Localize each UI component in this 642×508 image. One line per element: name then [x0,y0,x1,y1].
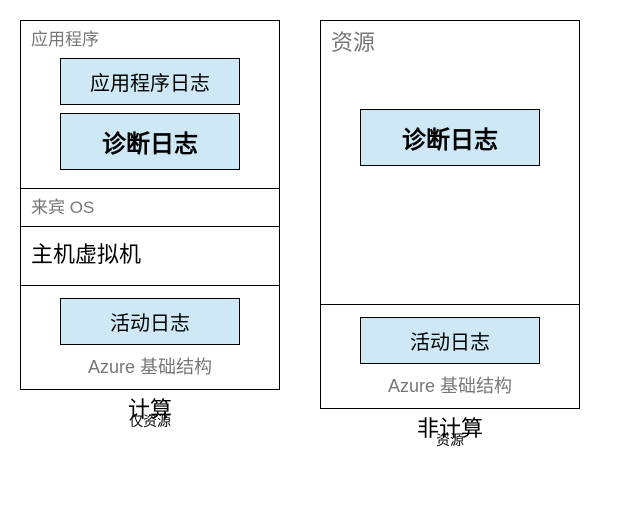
app-section-label: 应用程序 [31,25,269,50]
guest-os-label: 来宾 OS [31,193,269,218]
noncompute-caption-sub: 资源 [320,436,580,446]
compute-caption-sub: 仅资源 [20,417,280,427]
guest-os-section: 来宾 OS [21,189,279,227]
compute-stack: 应用程序 应用程序日志 诊断日志 来宾 OS 主机虚拟机 活动日志 Azure … [20,20,280,390]
app-log-box: 应用程序日志 [60,58,240,105]
resource-label: 资源 [331,25,569,57]
app-section: 应用程序 应用程序日志 诊断日志 [21,21,279,189]
infra-section-left: 活动日志 Azure 基础结构 [21,286,279,389]
diag-log-box-right: 诊断日志 [360,109,540,166]
resource-section: 资源 诊断日志 [321,21,579,305]
compute-caption: 计算 仅资源 [20,402,280,427]
infra-label-right: Azure 基础结构 [331,372,569,398]
host-vm-title: 主机虚拟机 [31,231,269,275]
activity-log-box-left: 活动日志 [60,298,240,345]
diag-log-box-left: 诊断日志 [60,113,240,170]
noncompute-caption: 非计算 资源 [320,421,580,446]
host-vm-section: 主机虚拟机 [21,227,279,286]
infra-label-left: Azure 基础结构 [31,353,269,379]
noncompute-stack: 资源 诊断日志 活动日志 Azure 基础结构 [320,20,580,409]
infra-section-right: 活动日志 Azure 基础结构 [321,305,579,408]
activity-log-box-right: 活动日志 [360,317,540,364]
